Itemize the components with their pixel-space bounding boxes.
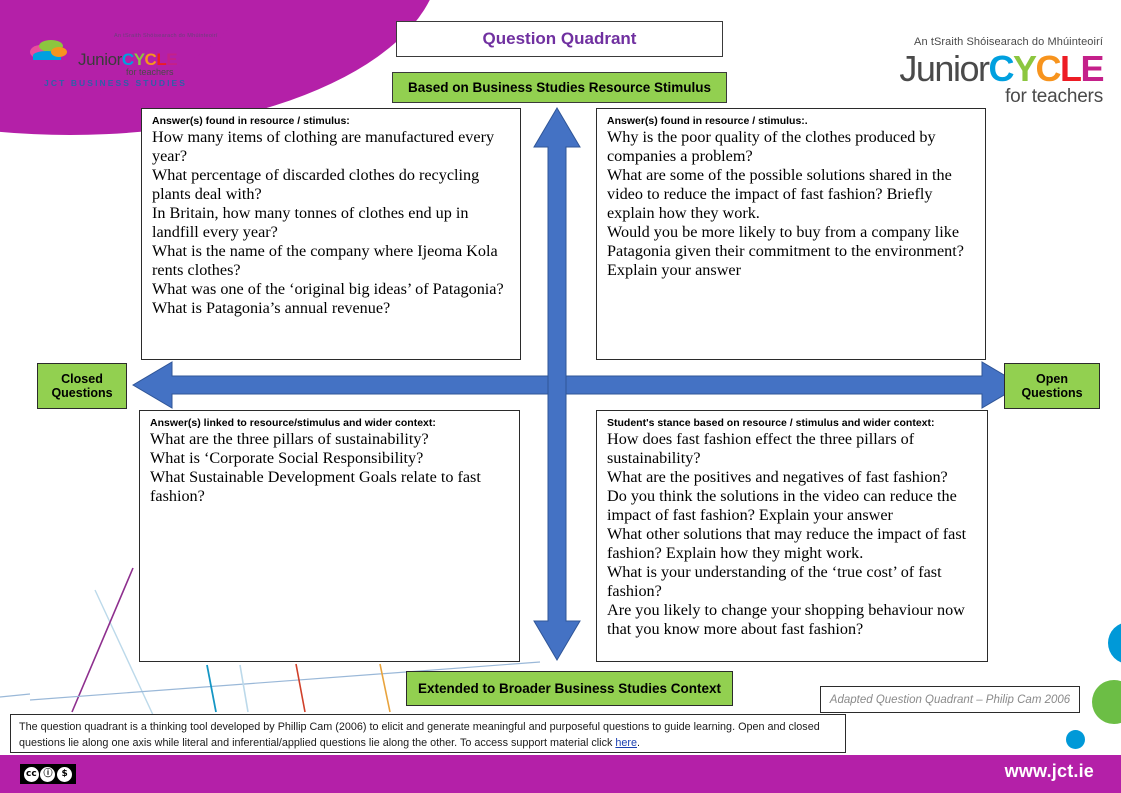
- quadrant-top-left: Answer(s) found in resource / stimulus: …: [141, 108, 521, 360]
- label-open-questions: Open Questions: [1004, 363, 1100, 409]
- jct-business-studies-logo: An tSraith Shóisearach do Mhúinteoirí Ju…: [30, 33, 280, 88]
- jc-logo-e: E: [1080, 48, 1104, 89]
- question-item: Would you be more likely to buy from a c…: [607, 223, 964, 280]
- question-item: What is ‘Corporate Social Responsibility…: [150, 449, 424, 468]
- question-item: What is Patagonia’s annual revenue?: [152, 299, 391, 318]
- note-text-end: .: [637, 736, 641, 749]
- jc-logo-wordmark: JuniorCYCLE: [868, 48, 1104, 89]
- page-title: Question Quadrant: [396, 21, 723, 57]
- explanatory-note: The question quadrant is a thinking tool…: [10, 714, 846, 753]
- creative-commons-badge-icon: cc ⓘ $: [20, 764, 76, 784]
- junior-cycle-logo: An tSraith Shóisearach do Mhúinteoirí Ju…: [868, 36, 1104, 108]
- quadrant-bottom-right-questions: How does fast fashion effect the three p…: [607, 430, 979, 639]
- question-item: Are you likely to change your shopping b…: [607, 601, 965, 639]
- question-item: What was one of the ‘original big ideas’…: [152, 280, 504, 299]
- bottom-banner: Extended to Broader Business Studies Con…: [406, 671, 733, 706]
- jc-logo-l: L: [1059, 48, 1082, 89]
- note-text: The question quadrant is a thinking tool…: [19, 721, 820, 749]
- subtitle-banner: Based on Business Studies Resource Stimu…: [392, 72, 727, 103]
- quadrant-bottom-right-heading: Student's stance based on resource / sti…: [607, 417, 935, 429]
- question-item: How does fast fashion effect the three p…: [607, 430, 915, 468]
- quadrant-top-right: Answer(s) found in resource / stimulus:.…: [596, 108, 986, 360]
- question-item: How many items of clothing are manufactu…: [152, 128, 495, 166]
- question-item: What are the three pillars of sustainabi…: [150, 430, 429, 448]
- question-item: What are some of the possible solutions …: [607, 166, 952, 223]
- quadrant-top-left-heading: Answer(s) found in resource / stimulus:: [152, 115, 350, 127]
- jc-logo-junior: Junior: [899, 48, 990, 89]
- question-item: What percentage of discarded clothes do …: [152, 166, 480, 204]
- page-title-text: Question Quadrant: [482, 29, 637, 48]
- quadrant-bottom-left: Answer(s) linked to resource/stimulus an…: [139, 410, 520, 662]
- quadrant-bottom-left-questions: What are the three pillars of sustainabi…: [150, 430, 511, 506]
- question-item: What Sustainable Development Goals relat…: [150, 468, 481, 506]
- cc-by-icon: ⓘ: [40, 766, 56, 782]
- quadrant-top-right-questions: Why is the poor quality of the clothes p…: [607, 128, 977, 280]
- label-open-line1: Open: [1036, 371, 1068, 386]
- credit-text: Adapted Question Quadrant – Philip Cam 2…: [829, 693, 1071, 706]
- slide-canvas: An tSraith Shóisearach do Mhúinteoirí Ju…: [0, 0, 1121, 793]
- question-item: What is the name of the company where Ij…: [152, 242, 498, 280]
- decor-circle-blue-small: [1066, 730, 1085, 749]
- quadrant-top-right-heading: Answer(s) found in resource / stimulus:.: [607, 115, 808, 127]
- question-item: What are the positives and negatives of …: [607, 468, 948, 487]
- cc-nc-icon: $: [57, 766, 73, 782]
- question-item: Do you think the solutions in the video …: [607, 487, 957, 525]
- label-closed-questions: Closed Questions: [37, 363, 127, 409]
- jct-logo-junior: Junior: [78, 50, 122, 69]
- label-closed-line2: Questions: [51, 386, 113, 400]
- support-material-link[interactable]: here: [615, 737, 637, 749]
- quadrant-bottom-left-heading: Answer(s) linked to resource/stimulus an…: [150, 417, 436, 429]
- jct-logo-for-teachers: for teachers: [126, 67, 174, 77]
- jc-logo-gaeilge: An tSraith Shóisearach do Mhúinteoirí: [914, 36, 1103, 48]
- question-item: What other solutions that may reduce the…: [607, 525, 967, 563]
- jc-logo-for-teachers: for teachers: [1005, 85, 1103, 107]
- jc-logo-c1: C: [988, 48, 1014, 89]
- bottom-banner-text: Extended to Broader Business Studies Con…: [417, 681, 722, 696]
- jc-logo-y: Y: [1012, 48, 1037, 89]
- jct-swoosh-icon: [30, 39, 76, 65]
- cc-mark-icon: cc: [23, 766, 39, 782]
- footer-bar: www.jct.ie: [0, 755, 1121, 793]
- label-open-line2: Questions: [1021, 386, 1083, 400]
- question-item: Why is the poor quality of the clothes p…: [607, 128, 936, 166]
- question-item: What is your understanding of the ‘true …: [607, 563, 942, 601]
- subtitle-banner-text: Based on Business Studies Resource Stimu…: [407, 80, 712, 95]
- footer-website-url[interactable]: www.jct.ie: [1005, 761, 1094, 782]
- jc-logo-c2: C: [1035, 48, 1061, 89]
- quadrant-top-left-questions: How many items of clothing are manufactu…: [152, 128, 512, 318]
- question-item: In Britain, how many tonnes of clothes e…: [152, 204, 469, 242]
- label-closed-line1: Closed: [61, 371, 103, 386]
- quadrant-bottom-right: Student's stance based on resource / sti…: [596, 410, 988, 662]
- credit-box: Adapted Question Quadrant – Philip Cam 2…: [820, 686, 1080, 713]
- jct-logo-subject: JCT BUSINESS STUDIES: [44, 78, 188, 88]
